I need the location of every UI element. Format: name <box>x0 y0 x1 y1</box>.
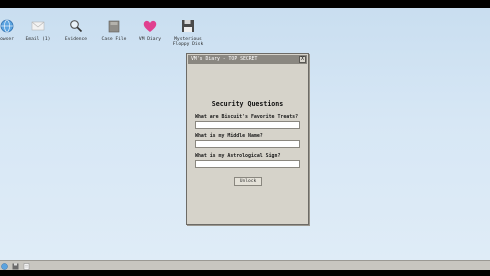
window-title: VM's Diary - TOP SECRET <box>191 57 258 62</box>
heart-icon <box>142 18 158 34</box>
desktop-icon-label: Evidence <box>64 37 88 42</box>
unlock-button[interactable]: Unlock <box>234 177 262 186</box>
answer-input-treats[interactable] <box>195 121 300 129</box>
taskbar <box>0 260 490 270</box>
desktop-icon-label: Mysterious Floppy Disk <box>172 37 204 48</box>
window-titlebar[interactable]: VM's Diary - TOP SECRET X <box>188 55 307 64</box>
close-button[interactable]: X <box>299 56 306 63</box>
answer-input-astrological-sign[interactable] <box>195 160 300 168</box>
answer-input-middle-name[interactable] <box>195 140 300 148</box>
taskbar-browser-icon[interactable] <box>0 262 8 270</box>
taskbar-disk-icon[interactable] <box>11 262 19 270</box>
diary-window: VM's Diary - TOP SECRET X Security Quest… <box>186 53 309 225</box>
security-questions-heading: Security Questions <box>211 100 284 108</box>
top-black-bar <box>0 0 490 8</box>
bottom-black-bar <box>0 270 490 276</box>
desktop: owser Email (1) Evidence Case File VM Di… <box>0 8 490 260</box>
desktop-icon-floppy[interactable]: Mysterious Floppy Disk <box>165 18 211 54</box>
magnifier-icon <box>68 18 84 34</box>
question-label: What are Biscuit's Favorite Treats? <box>195 114 299 120</box>
desktop-icon-label: VM Diary <box>138 37 162 42</box>
floppy-disk-icon <box>180 18 196 34</box>
envelope-icon <box>30 18 46 34</box>
globe-icon <box>0 18 15 34</box>
taskbar-document-icon[interactable] <box>22 262 30 270</box>
desktop-icon-label: Case File <box>101 37 127 42</box>
desktop-icon-label: owser <box>0 37 14 42</box>
question-label: What is my Astrological Sign? <box>195 153 281 159</box>
question-label: What is my Middle Name? <box>195 133 263 139</box>
folder-icon <box>106 18 122 34</box>
desktop-icon-label: Email (1) <box>25 37 51 42</box>
